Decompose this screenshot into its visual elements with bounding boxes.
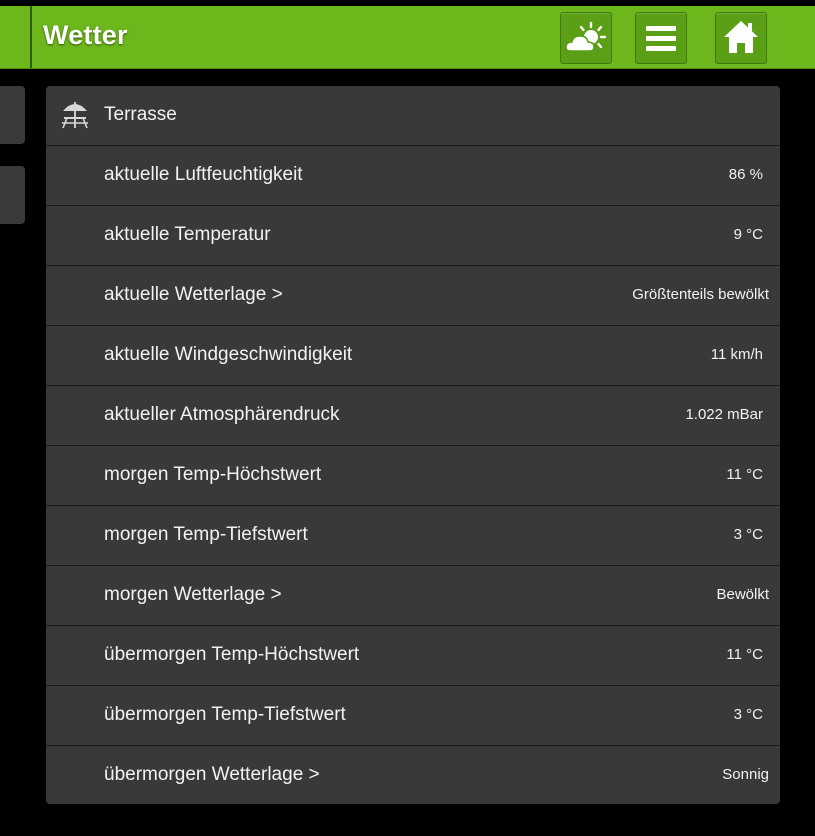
row-label: morgen Wetterlage > (104, 584, 282, 605)
partly-cloudy-icon (565, 21, 607, 52)
home-button[interactable] (715, 12, 767, 64)
row-label: übermorgen Wetterlage > (104, 764, 320, 785)
side-panel-tab-2[interactable] (0, 166, 25, 224)
row-label: aktuelle Windgeschwindigkeit (104, 344, 353, 365)
list-item-tomorrow-conditions[interactable]: morgen Wetterlage > Bewölkt (46, 566, 780, 626)
panel-title: Terrasse (104, 104, 177, 125)
list-item-temperature: aktuelle Temperatur 9 °C (46, 206, 780, 266)
weather-button[interactable] (560, 12, 612, 64)
row-label: aktuelle Wetterlage > (104, 284, 283, 305)
panel-header: Terrasse (46, 86, 780, 146)
row-label: übermorgen Temp-Tiefstwert (104, 704, 346, 725)
list-item-pressure: aktueller Atmosphärendruck 1.022 mBar (46, 386, 780, 446)
list-item-wind-speed: aktuelle Windgeschwindigkeit 11 km/h (46, 326, 780, 386)
side-panel-tab-1[interactable] (0, 86, 25, 144)
list-item-tomorrow-low: morgen Temp-Tiefstwert 3 °C (46, 506, 780, 566)
list-item-dayafter-conditions[interactable]: übermorgen Wetterlage > Sonnig (46, 746, 780, 804)
row-value: 3 °C (733, 526, 763, 543)
row-value: 11 km/h (710, 346, 763, 363)
weather-panel: Terrasse aktuelle Luftfeuchtigkeit 86 % … (46, 86, 780, 804)
row-label: aktuelle Luftfeuchtigkeit (104, 164, 303, 185)
list-item-humidity: aktuelle Luftfeuchtigkeit 86 % (46, 146, 780, 206)
row-value: 11 °C (726, 466, 763, 483)
row-label: aktuelle Temperatur (104, 224, 271, 245)
patio-umbrella-table-icon (62, 102, 88, 129)
list-item-dayafter-high: übermorgen Temp-Höchstwert 11 °C (46, 626, 780, 686)
header-divider (30, 6, 32, 68)
row-value: 3 °C (733, 706, 763, 723)
list-item-dayafter-low: übermorgen Temp-Tiefstwert 3 °C (46, 686, 780, 746)
page-title: Wetter (43, 20, 128, 50)
row-value: Sonnig (722, 766, 769, 783)
row-value: Bewölkt (716, 586, 769, 603)
row-value: 86 % (728, 166, 763, 183)
row-label: aktueller Atmosphärendruck (104, 404, 340, 425)
row-value: 9 °C (733, 226, 763, 243)
app-header: Wetter (0, 6, 815, 69)
row-label: morgen Temp-Höchstwert (104, 464, 322, 485)
hamburger-menu-icon (646, 26, 676, 51)
list-item-tomorrow-high: morgen Temp-Höchstwert 11 °C (46, 446, 780, 506)
home-icon (724, 21, 758, 53)
menu-button[interactable] (635, 12, 687, 64)
row-value: 1.022 mBar (685, 406, 763, 423)
row-label: morgen Temp-Tiefstwert (104, 524, 308, 545)
row-label: übermorgen Temp-Höchstwert (104, 644, 360, 665)
list-item-current-conditions[interactable]: aktuelle Wetterlage > Größtenteils bewöl… (46, 266, 780, 326)
row-value: 11 °C (726, 646, 763, 663)
row-value: Größtenteils bewölkt (632, 286, 769, 303)
